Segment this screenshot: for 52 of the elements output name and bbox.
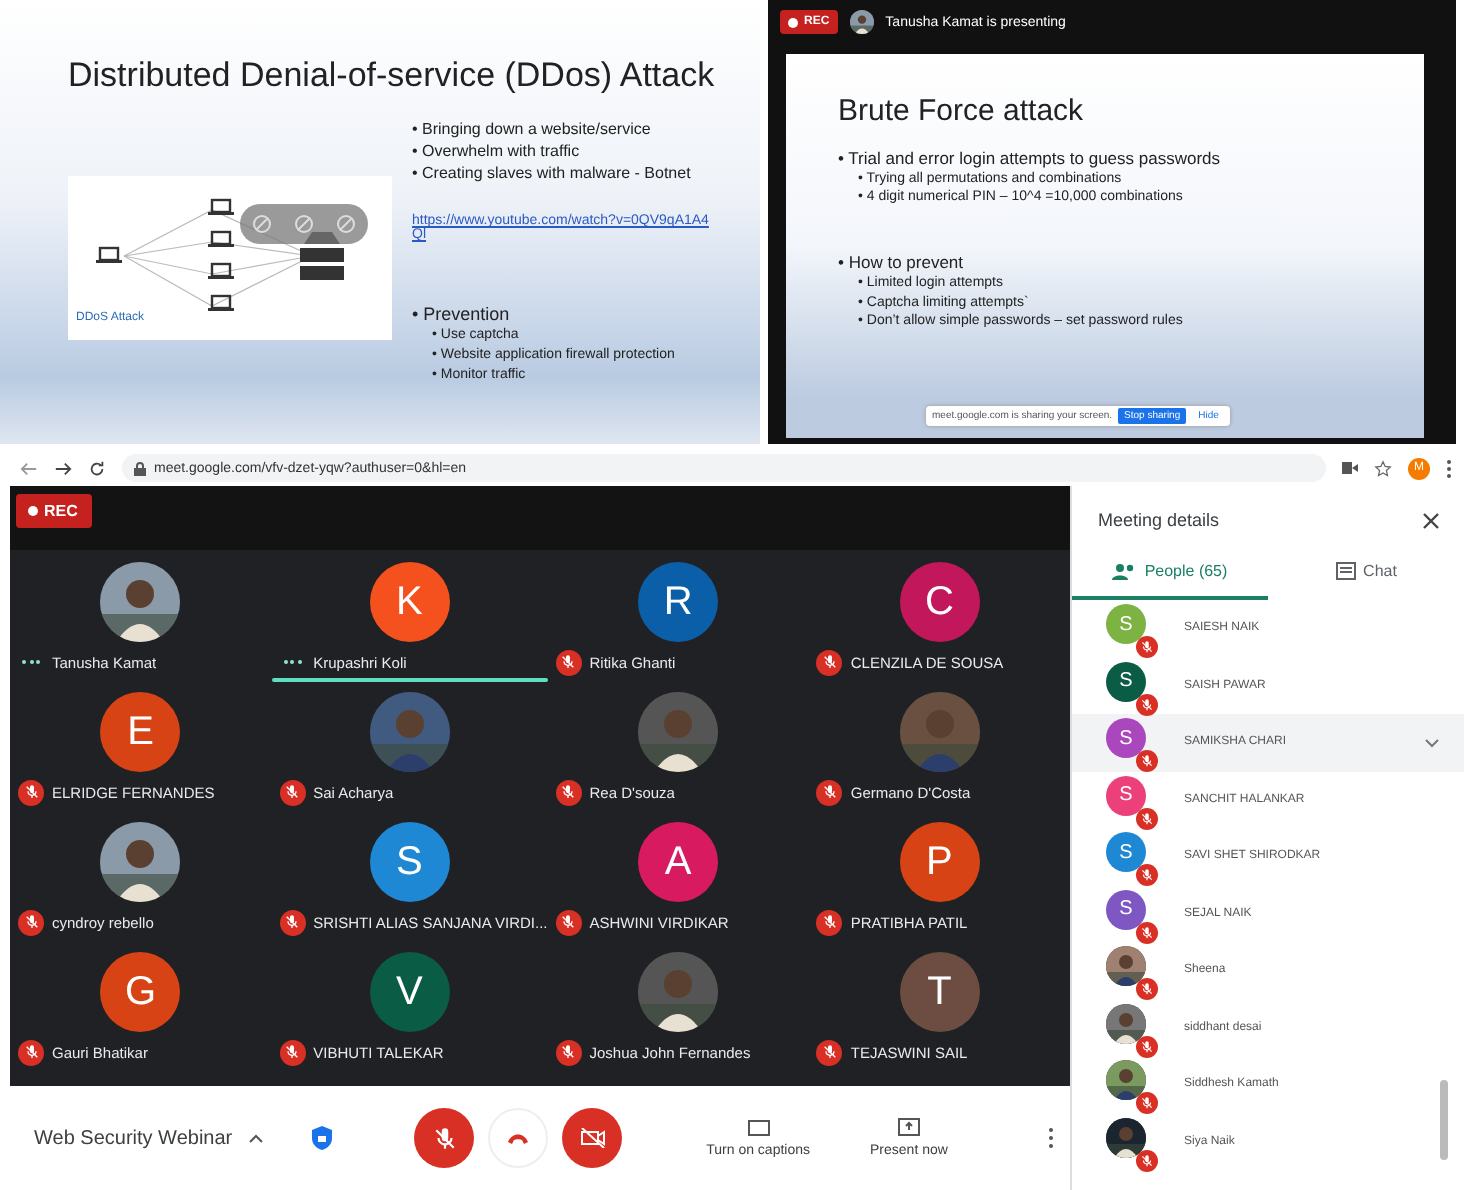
avatar: V: [369, 952, 450, 1032]
microphone-off-button[interactable]: [414, 1108, 475, 1168]
lock-icon: [134, 461, 146, 475]
captions-icon: [747, 1119, 770, 1135]
panel-title: Meeting details: [1098, 510, 1220, 530]
avatar: S: [1106, 889, 1146, 930]
more-icon[interactable]: [1048, 1128, 1054, 1148]
slide-title: Brute Force attack: [838, 94, 1086, 128]
close-icon[interactable]: [1422, 511, 1440, 529]
avatar: C: [899, 562, 980, 642]
avatar: P: [899, 822, 980, 902]
scrollbar[interactable]: [1440, 1080, 1448, 1160]
avatar: S: [1106, 718, 1146, 759]
avatar: E: [100, 692, 181, 772]
avatar: S: [1106, 832, 1146, 873]
shield-icon[interactable]: [310, 1124, 335, 1152]
bullet-point: • Trial and error login attempts to guess passwords: [838, 148, 1223, 170]
rec-badge: REC: [16, 494, 92, 528]
people-icon: [1112, 563, 1137, 579]
reload-icon[interactable]: [88, 459, 106, 477]
present-screen-icon: [897, 1118, 920, 1136]
microphone-off-icon: [431, 1125, 458, 1151]
star-icon[interactable]: [1374, 459, 1392, 477]
caret-up-icon[interactable]: [248, 1132, 265, 1144]
avatar: R: [638, 562, 719, 642]
avatar: G: [100, 952, 181, 1032]
camera-icon[interactable]: [1342, 462, 1358, 474]
meeting-title[interactable]: Web Security Webinar: [34, 1127, 233, 1149]
forward-icon[interactable]: [54, 459, 72, 477]
panel-tab[interactable]: People (65): [1072, 546, 1268, 600]
phone-icon: [506, 1132, 531, 1144]
avatar: K: [369, 562, 450, 642]
bullet-point: • Prevention: [412, 304, 512, 327]
bullet-point: • Creating slaves with malware - Botnet: [412, 164, 693, 184]
chevron-down-icon[interactable]: [1424, 737, 1440, 748]
chat-icon: [1335, 562, 1356, 580]
more-icon[interactable]: [1446, 459, 1452, 477]
avatar: S: [369, 822, 450, 902]
avatar: A: [638, 822, 719, 902]
avatar: S: [1106, 775, 1146, 816]
bullet-point: • Overwhelm with traffic: [412, 142, 582, 162]
avatar: T: [899, 952, 980, 1032]
hang-up-button[interactable]: [488, 1108, 549, 1168]
avatar: S: [1106, 604, 1146, 645]
panel-tab[interactable]: Chat: [1268, 546, 1464, 600]
bullet-point: • Bringing down a website/service: [412, 120, 653, 140]
bullet-point: • How to prevent: [838, 252, 966, 274]
avatar: S: [1106, 661, 1146, 702]
slide-title: Distributed Denial-of-service (DDos) Attack: [68, 56, 717, 96]
camera-off-icon: [579, 1128, 606, 1148]
camera-off-button[interactable]: [562, 1108, 623, 1168]
back-icon[interactable]: [20, 459, 38, 477]
